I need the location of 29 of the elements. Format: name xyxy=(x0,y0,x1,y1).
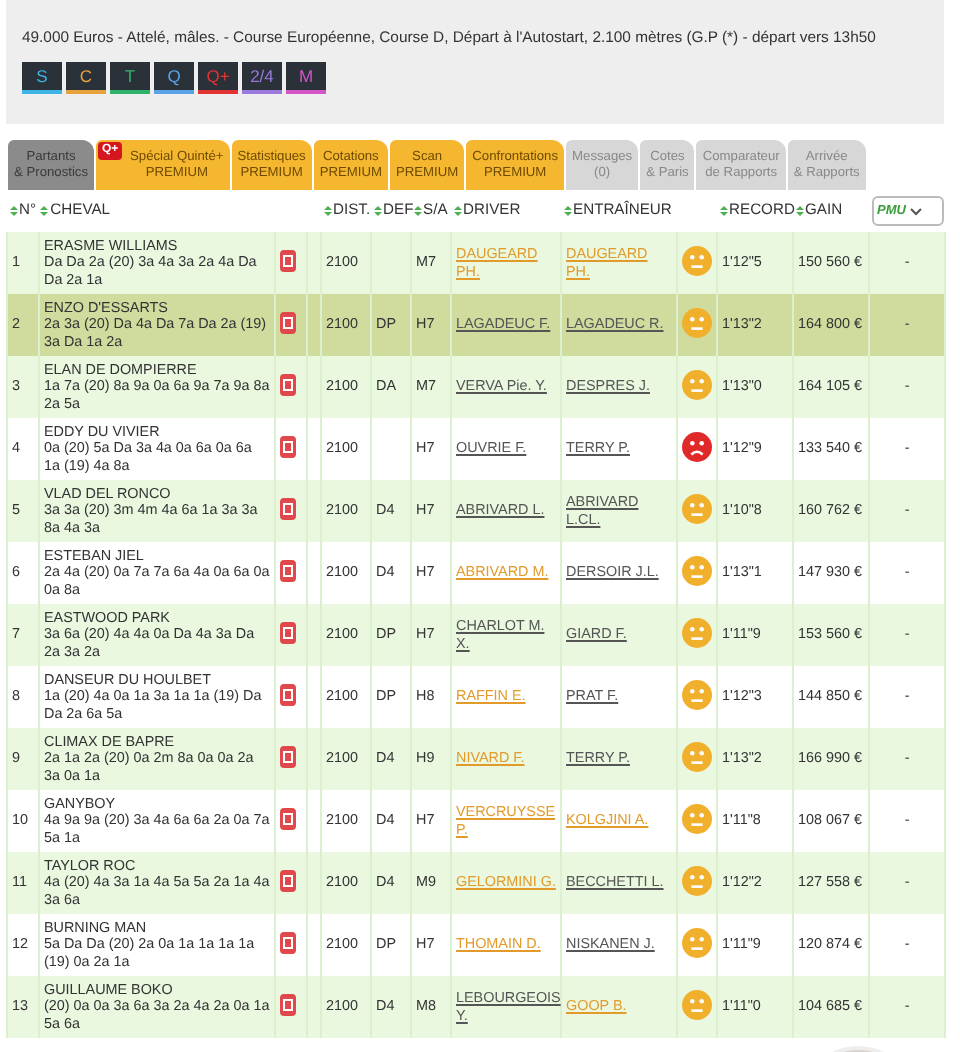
card-icon[interactable] xyxy=(280,931,297,954)
card-icon[interactable] xyxy=(280,683,297,706)
sort-icon[interactable] xyxy=(563,205,572,216)
card-icon[interactable] xyxy=(280,559,297,582)
card-icon[interactable] xyxy=(280,497,297,520)
sort-icon[interactable] xyxy=(373,205,382,216)
card-icon[interactable] xyxy=(280,869,297,892)
card-icon[interactable] xyxy=(280,373,297,396)
card-icon[interactable] xyxy=(280,745,297,768)
sort-icon[interactable] xyxy=(795,205,804,216)
bet-type-button[interactable]: C xyxy=(66,62,106,94)
card-icon[interactable] xyxy=(280,435,297,458)
sort-icon[interactable] xyxy=(453,205,462,216)
card-icon[interactable] xyxy=(280,311,297,334)
sort-icon[interactable] xyxy=(719,205,728,216)
card-icon[interactable] xyxy=(280,249,297,272)
bet-type-button[interactable]: T xyxy=(110,62,150,94)
sort-icon[interactable] xyxy=(9,205,17,216)
bet-type-button[interactable]: S xyxy=(22,62,62,94)
card-icon[interactable] xyxy=(280,621,297,644)
sort-icon[interactable] xyxy=(413,205,422,216)
caret-icon xyxy=(909,207,922,215)
sort-icon[interactable] xyxy=(40,205,49,216)
card-icon[interactable] xyxy=(280,993,297,1016)
card-icon[interactable] xyxy=(280,807,297,830)
bet-type-button[interactable]: 2/4 xyxy=(242,62,282,94)
sort-icon[interactable] xyxy=(323,205,332,216)
bet-type-button[interactable]: Q xyxy=(154,62,194,94)
bet-type-button[interactable]: M xyxy=(286,62,326,94)
